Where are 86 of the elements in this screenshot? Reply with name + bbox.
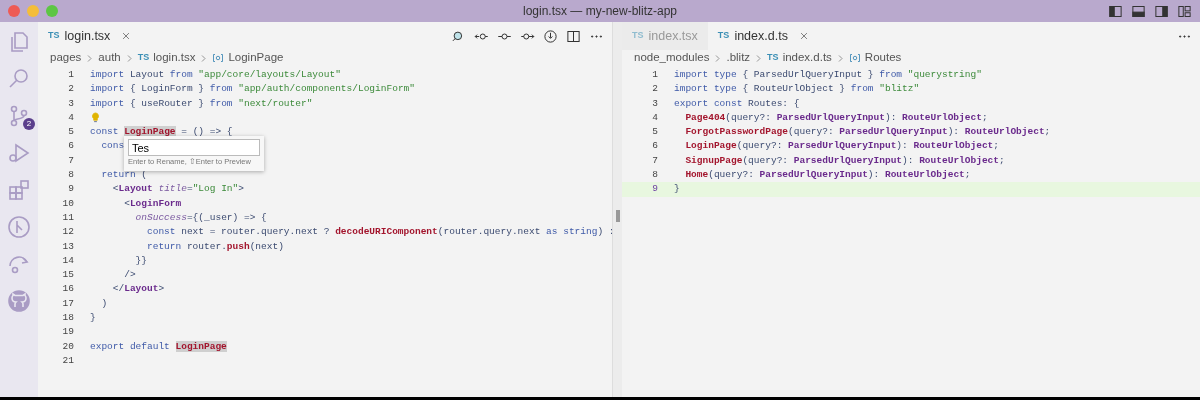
git-graph-icon[interactable]	[7, 215, 31, 239]
line-number: 12	[61, 225, 74, 240]
line-number: 8	[67, 168, 74, 183]
breadcrumb-item[interactable]: .blitz	[726, 49, 751, 67]
secondary-sidebar-icon[interactable]	[1154, 3, 1169, 19]
line-number: 7	[67, 153, 74, 168]
code-line: />	[123, 268, 136, 283]
line-number: 17	[61, 296, 74, 311]
chevron-icon	[713, 53, 723, 63]
primary-sidebar-icon[interactable]	[1108, 3, 1123, 19]
code-line: import { LoginForm } from "app/auth/components/LoginForm"	[90, 82, 415, 97]
line-number: 3	[67, 96, 74, 111]
line-number: 10	[61, 196, 74, 211]
code-line: <LoginForm	[123, 196, 182, 211]
line-number: 1	[67, 68, 74, 82]
line-number: 7	[651, 153, 658, 168]
code-line: return router.push(next)	[146, 239, 284, 254]
code-line: Page404(query?: ParsedUrlQueryInput): RouteUrlObject;	[684, 110, 988, 125]
extensions-icon[interactable]	[7, 178, 31, 202]
line-number: 2	[651, 82, 658, 97]
code-line: export const Routes: {	[674, 96, 800, 111]
line-number: 14	[61, 253, 74, 268]
code-line: SignupPage(query?: ParsedUrlQueryInput): RouteUrlObject;	[684, 153, 1005, 168]
split-editor-icon[interactable]	[566, 28, 581, 44]
breadcrumb-item[interactable]: pages	[50, 49, 82, 67]
code-line: }	[674, 182, 680, 197]
timeline-icon[interactable]	[543, 28, 558, 44]
symbol-icon	[212, 52, 225, 64]
code-line: onSuccess={(_user) => {	[134, 210, 267, 225]
breadcrumb-item[interactable]: index.d.ts	[782, 49, 832, 67]
code-line: import { useRouter } from "next/router"	[90, 96, 313, 111]
code-line: LoginPage(query?: ParsedUrlQueryInput): RouteUrlObject;	[684, 139, 999, 154]
line-number: 4	[67, 110, 74, 125]
file-type-label: TS	[137, 51, 150, 65]
code-line: )	[100, 296, 108, 311]
line-number: 19	[61, 325, 74, 340]
code-line: cons	[100, 139, 125, 154]
breadcrumb-item[interactable]: node_modules	[634, 49, 710, 67]
code-line: import Layout from "app/core/layouts/Layout"	[90, 68, 341, 82]
code-line: import type { ParsedUrlQueryInput } from "querystring"	[674, 68, 982, 82]
line-number: 16	[61, 282, 74, 297]
code-line: import type { RouteUrlObject } from "blitz"	[674, 82, 920, 97]
line-number: 1	[651, 68, 658, 82]
chevron-icon	[85, 53, 95, 63]
code-line: }}	[134, 253, 147, 268]
panel-icon[interactable]	[1131, 3, 1146, 19]
breadcrumb-item[interactable]: Routes	[864, 49, 902, 67]
line-number: 9	[67, 182, 74, 197]
line-number: 4	[651, 110, 658, 125]
chevron-icon	[754, 53, 764, 63]
line-number: 11	[61, 210, 74, 225]
rename-field[interactable]: Tes	[128, 139, 260, 157]
breadcrumb-item[interactable]: LoginPage	[228, 49, 284, 67]
line-number: 9	[651, 182, 658, 197]
line-number: 5	[651, 125, 658, 140]
breadcrumb-item[interactable]: login.tsx	[153, 49, 196, 67]
scrollbar-thumb[interactable]	[615, 210, 620, 222]
code-line: const next = router.query.next ? decodeURIComponent(router.query.next as string) :	[146, 225, 612, 240]
run-debug-icon[interactable]	[7, 141, 31, 165]
window-title: login.tsx — my-new-blitz-app	[522, 4, 678, 18]
line-number: 21	[61, 353, 74, 368]
line-number: 6	[67, 139, 74, 154]
breadcrumb-item[interactable]: auth	[98, 49, 121, 67]
line-number: 2	[67, 82, 74, 97]
file-type-label: TS	[767, 51, 779, 65]
symbol-icon	[848, 52, 861, 64]
line-number: 20	[61, 339, 74, 354]
line-number: 15	[61, 268, 74, 283]
code-line: <Layout title="Log In">	[111, 182, 244, 197]
code-line: </Layout>	[111, 282, 165, 297]
line-number: 6	[651, 139, 658, 154]
line-number: 3	[651, 96, 658, 111]
line-number: 18	[61, 311, 74, 326]
code-line: }	[90, 311, 96, 326]
chevron-icon	[199, 53, 209, 63]
line-number: 13	[61, 239, 74, 254]
line-number: 8	[651, 168, 658, 183]
code-line: export default LoginPage	[90, 339, 227, 354]
line-number: 5	[67, 125, 74, 140]
close-icon[interactable]	[798, 31, 809, 41]
layout-icon[interactable]	[1177, 3, 1192, 19]
close-icon[interactable]	[121, 31, 132, 41]
code-line: Home(query?: ParsedUrlQueryInput): RouteUrlObject;	[684, 168, 971, 183]
code-line: ForgotPasswordPage(query?: ParsedUrlQueryInput): RouteUrlObject;	[684, 125, 1051, 140]
badge-count: 2	[23, 118, 35, 130]
github-icon[interactable]	[7, 289, 31, 313]
